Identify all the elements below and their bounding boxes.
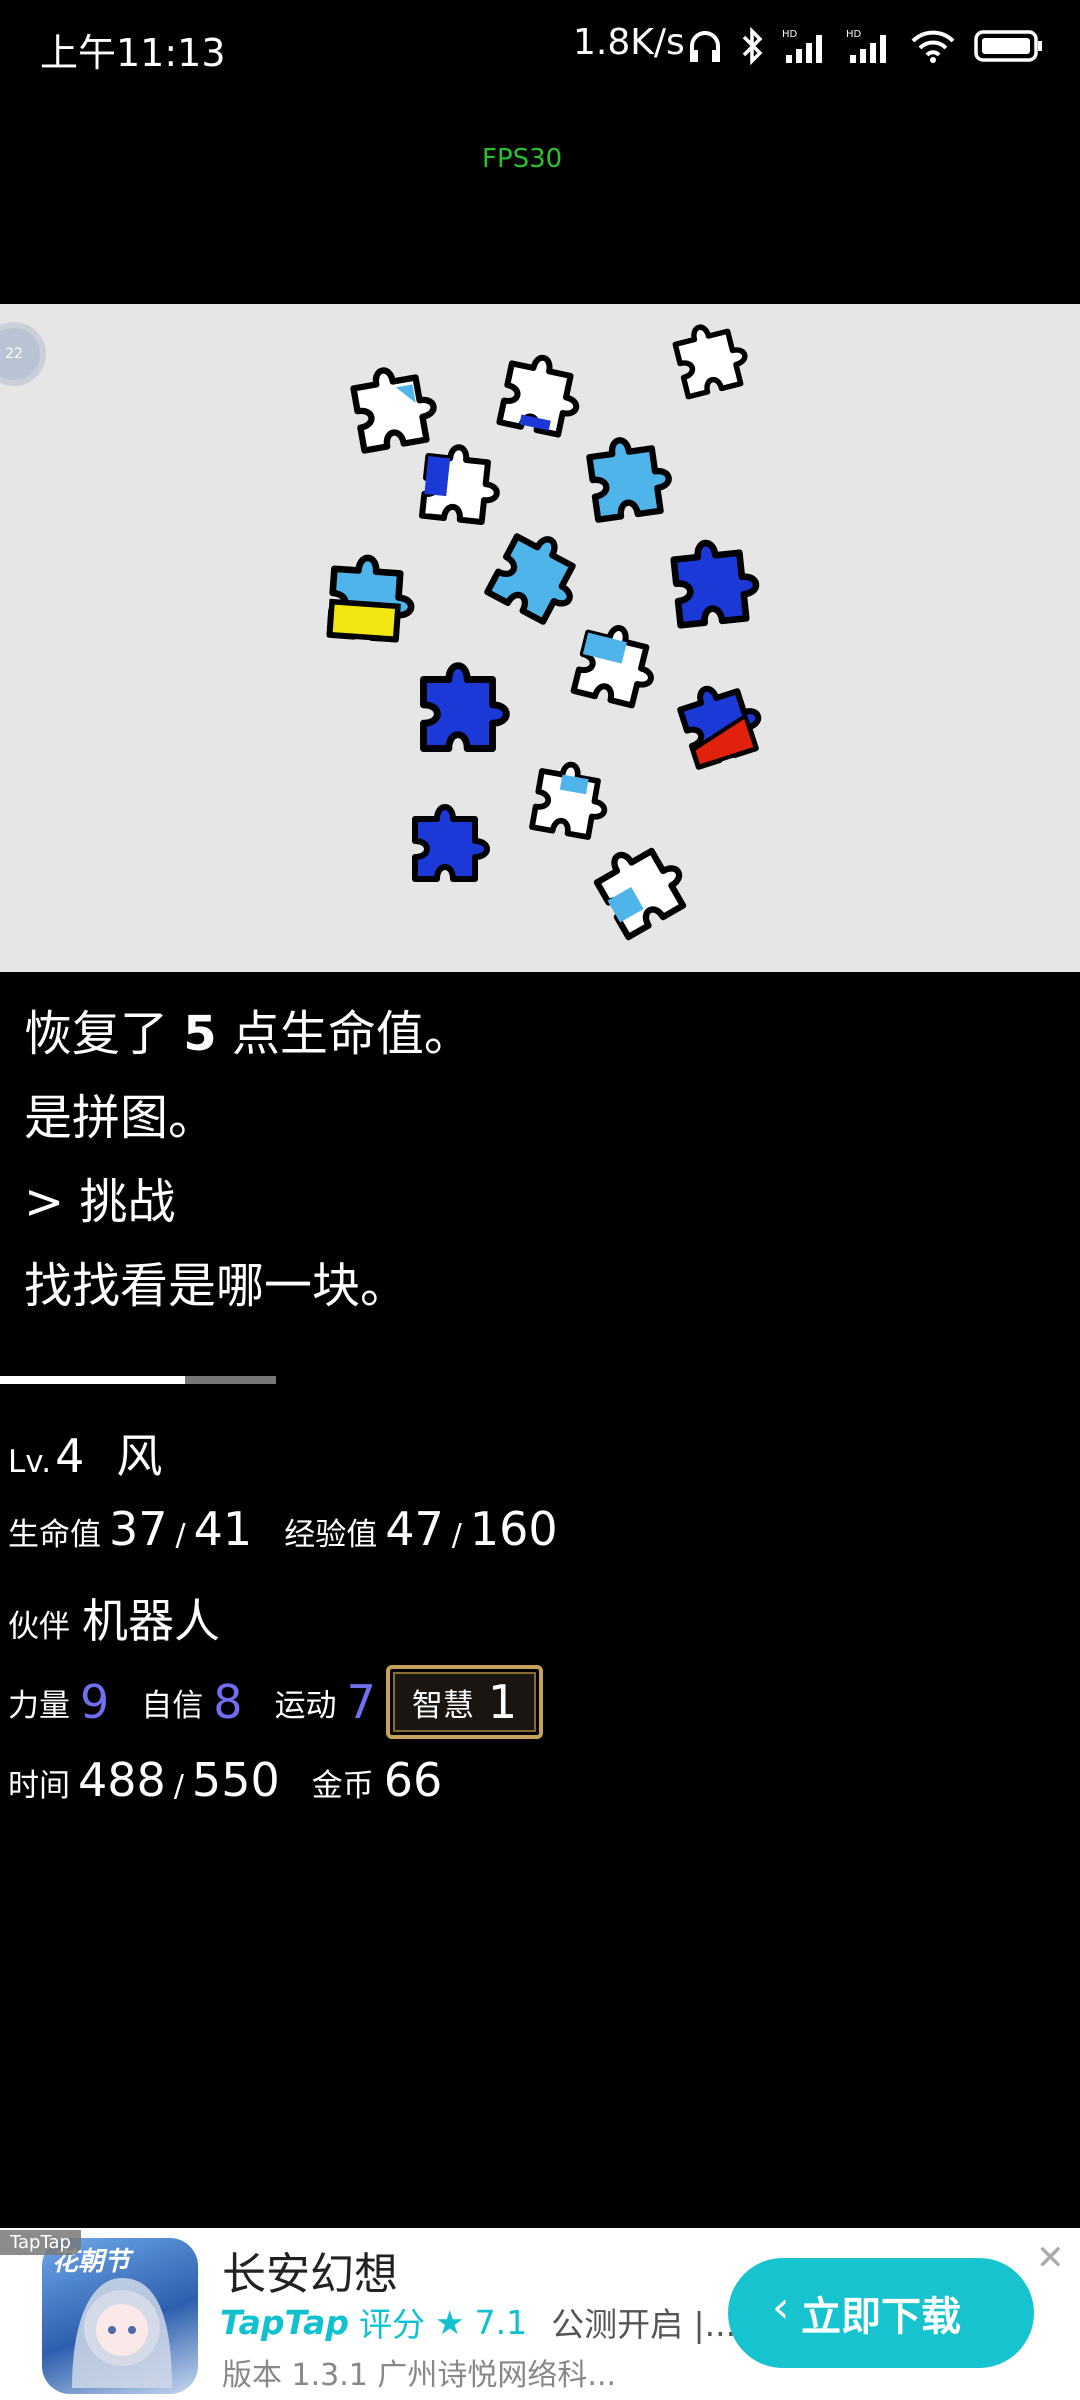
hp-bar-fill bbox=[0, 1376, 186, 1384]
svg-text:HD: HD bbox=[782, 29, 798, 40]
puzzle-piece[interactable] bbox=[415, 807, 487, 879]
network-speed: 1.8K/s bbox=[573, 22, 685, 63]
close-icon[interactable]: ✕ bbox=[1036, 2238, 1065, 2278]
bluetooth-icon bbox=[742, 27, 763, 65]
strength-value: 9 bbox=[80, 1675, 110, 1729]
puzzle-image[interactable]: 22 bbox=[0, 304, 1080, 972]
status-bar: 上午11:13 1.8K/s HD HD bbox=[0, 0, 1080, 100]
level-value: 4 bbox=[55, 1429, 85, 1483]
puzzle-piece[interactable] bbox=[591, 834, 694, 937]
gold-label: 金币 bbox=[311, 1768, 374, 1804]
puzzle-piece[interactable] bbox=[422, 444, 501, 523]
puzzle-piece[interactable] bbox=[499, 352, 584, 437]
exp-value: 47 bbox=[385, 1502, 444, 1556]
time-value: 488 bbox=[78, 1753, 166, 1807]
back-icon[interactable]: ‹ bbox=[772, 2282, 790, 2333]
exp-max: 160 bbox=[469, 1502, 558, 1556]
puzzle-pieces bbox=[0, 304, 1080, 972]
time-label: 时间 bbox=[8, 1768, 70, 1804]
ad-rating: TapTap 评分 ★ 7.1 公测开启 |... bbox=[220, 2298, 736, 2346]
partner-row: 伙伴 机器人 bbox=[8, 1585, 220, 1651]
message-log: 恢复了 5 点生命值。 是拼图。 > 挑战 找找看是哪一块。 bbox=[24, 992, 472, 1328]
wisdom-value: 1 bbox=[487, 1675, 518, 1729]
status-icons: HD HD bbox=[688, 26, 1044, 66]
ad-description: 公测开启 |... bbox=[551, 2305, 737, 2344]
svg-text:HD: HD bbox=[846, 29, 862, 40]
ad-banner[interactable]: 花朝节 TapTap 长安幻想 TapTap 评分 ★ 7.1 公测开启 |..… bbox=[0, 2228, 1080, 2400]
hp-label: 生命值 bbox=[8, 1517, 101, 1553]
headphone-icon bbox=[690, 31, 720, 62]
log-line: 恢复了 5 点生命值。 bbox=[24, 992, 472, 1076]
battery-icon bbox=[974, 30, 1042, 62]
challenge-option[interactable]: > 挑战 bbox=[24, 1160, 472, 1244]
signal-2-icon: HD bbox=[846, 29, 886, 63]
log-text: 恢复了 bbox=[24, 1006, 184, 1062]
ad-meta: 版本 1.3.1 广州诗悦网络科... bbox=[222, 2358, 617, 2393]
confidence-value: 8 bbox=[213, 1675, 243, 1729]
sport-value: 7 bbox=[346, 1675, 376, 1729]
rating-label: 评分 bbox=[358, 2305, 425, 2344]
partner-label: 伙伴 bbox=[8, 1609, 70, 1645]
confidence-label: 自信 bbox=[141, 1687, 204, 1724]
puzzle-piece[interactable] bbox=[330, 556, 415, 641]
puzzle-piece[interactable] bbox=[532, 760, 611, 839]
puzzle-piece[interactable] bbox=[487, 525, 589, 627]
ad-tag: TapTap bbox=[0, 2230, 81, 2255]
exp-slash: / bbox=[451, 1518, 462, 1553]
puzzle-piece[interactable] bbox=[588, 434, 673, 519]
log-text: 点生命值。 bbox=[216, 1006, 472, 1062]
puzzle-piece[interactable] bbox=[424, 666, 507, 749]
puzzle-piece[interactable] bbox=[676, 676, 767, 767]
hp-exp-row: 生命值 37 / 41 经验值 47 / 160 bbox=[8, 1502, 558, 1556]
partner-value: 机器人 bbox=[82, 1594, 220, 1648]
puzzle-piece[interactable] bbox=[672, 538, 759, 625]
time-max: 550 bbox=[191, 1753, 280, 1807]
wisdom-badge: 智慧 1 bbox=[385, 1665, 544, 1739]
clock: 上午11:13 bbox=[40, 31, 226, 75]
puzzle-piece[interactable] bbox=[574, 621, 661, 708]
wifi-icon bbox=[911, 30, 955, 63]
gold-value: 66 bbox=[383, 1753, 443, 1807]
sport-label: 运动 bbox=[274, 1687, 337, 1724]
time-slash: / bbox=[173, 1769, 184, 1804]
level-row: Lv. 4 风 bbox=[8, 1420, 162, 1486]
puzzle-piece[interactable] bbox=[673, 318, 752, 397]
log-number: 5 bbox=[183, 1006, 217, 1062]
attribute-row: 力量 9 自信 8 运动 7 智慧 1 bbox=[8, 1665, 544, 1739]
hp-bar bbox=[0, 1376, 276, 1384]
fps-counter: FPS30 bbox=[482, 144, 563, 174]
signal-1-icon: HD bbox=[782, 29, 822, 63]
hp-value: 37 bbox=[109, 1502, 168, 1556]
taptap-logo: TapTap bbox=[220, 2302, 349, 2342]
ad-app-icon[interactable]: 花朝节 bbox=[42, 2238, 198, 2394]
rating-value: 7.1 bbox=[474, 2302, 528, 2342]
puzzle-piece[interactable] bbox=[351, 363, 439, 451]
log-line: 是拼图。 bbox=[24, 1090, 217, 1146]
star-icon: ★ bbox=[434, 2302, 465, 2342]
player-name: 风 bbox=[116, 1429, 163, 1483]
floating-ball-label: 22 bbox=[5, 346, 23, 362]
hp-slash: / bbox=[175, 1518, 186, 1553]
level-label: Lv. bbox=[8, 1444, 52, 1480]
wisdom-label: 智慧 bbox=[411, 1687, 474, 1724]
exp-label: 经验值 bbox=[284, 1517, 378, 1553]
log-line: 找找看是哪一块。 bbox=[24, 1258, 409, 1314]
time-gold-row: 时间 488 / 550 金币 66 bbox=[8, 1753, 442, 1807]
anime-girl-icon: 花朝节 bbox=[52, 2247, 172, 2388]
ad-title[interactable]: 长安幻想 bbox=[222, 2238, 398, 2302]
strength-label: 力量 bbox=[8, 1687, 70, 1724]
hp-max: 41 bbox=[193, 1502, 253, 1556]
